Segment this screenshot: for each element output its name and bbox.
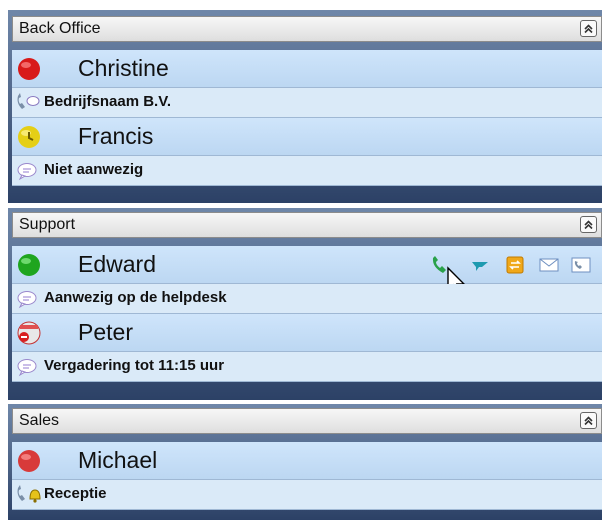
status-row: Receptie [12,480,602,510]
status-message: Receptie [44,485,107,502]
status-message: Vergadering tot 11:15 uur [44,357,225,374]
status-message: Niet aanwezig [44,161,144,178]
voicemail-icon[interactable] [570,254,592,276]
phone-chat-icon [17,93,40,109]
email-icon[interactable] [538,254,560,276]
contact-row[interactable]: Michael [12,442,602,480]
contact-name: Francis [78,123,154,149]
collapse-button[interactable] [580,216,597,233]
chat-bubble-icon [17,163,37,181]
presence-busy-icon [18,58,40,80]
status-row: Aanwezig op de helpdesk [12,284,602,314]
presence-away-icon [18,126,40,148]
contact-name: Christine [78,55,169,81]
collapse-button[interactable] [580,20,597,37]
group-title: Sales [19,412,60,429]
chat-bubble-icon [17,359,37,377]
presence-available-icon [18,254,40,276]
phone-bell-icon [17,485,41,503]
contact-name: Edward [78,251,156,277]
status-row: Niet aanwezig [12,156,602,186]
transfer-icon[interactable] [504,254,526,276]
presence-busy-icon [18,450,40,472]
contact-row[interactable]: Francis [12,118,602,156]
double-chevron-up-icon [584,416,593,426]
contact-row[interactable]: Peter [12,314,602,352]
contact-row[interactable]: Edward [12,246,602,295]
group-sales: Sales Michael Receptie [8,404,602,520]
double-chevron-up-icon [584,24,593,34]
chat-bubble-icon [17,291,37,309]
chat-icon[interactable] [470,254,492,276]
status-row: Bedrijfsnaam B.V. [12,88,602,118]
contact-name: Peter [78,319,133,345]
double-chevron-up-icon [584,220,593,230]
presence-dnd-icon [17,321,41,345]
status-message: Aanwezig op de helpdesk [44,289,227,306]
collapse-button[interactable] [580,412,597,429]
group-header[interactable]: Support [12,212,602,238]
group-back-office: Back Office Christine Bedrijfsnaam B.V. … [8,10,602,203]
contact-name: Michael [78,447,158,473]
group-header[interactable]: Back Office [12,16,602,42]
group-header[interactable]: Sales [12,408,602,434]
group-title: Back Office [19,20,101,37]
group-support: Support Edward Aanwezig op de helpdesk P… [8,208,602,400]
group-title: Support [19,216,76,233]
status-row: Vergadering tot 11:15 uur [12,352,602,382]
contact-row[interactable]: Christine [12,50,602,88]
status-message: Bedrijfsnaam B.V. [44,93,171,110]
